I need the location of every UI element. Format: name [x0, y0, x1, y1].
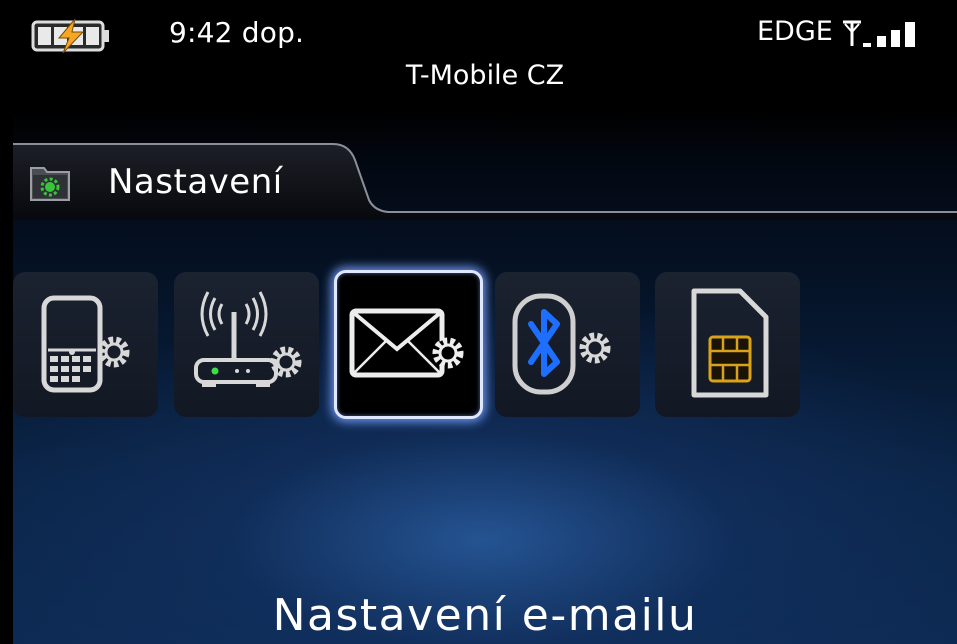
battery-charging-icon: [31, 19, 109, 53]
email-settings-tile[interactable]: [334, 270, 483, 419]
network-type: EDGE: [757, 16, 833, 47]
email-settings-icon: [349, 308, 463, 377]
home-screen: 9:42 dop. EDGE T-Mobile CZ Nastavení Nas…: [13, 0, 957, 644]
carrier-name: T-Mobile CZ: [405, 60, 565, 91]
sim-card-icon: [691, 288, 768, 397]
status-time: 9:42 dop.: [169, 16, 305, 49]
folder-title: Nastavení: [108, 162, 283, 202]
selected-item-label: Nastavení e-mailu: [272, 590, 698, 641]
bluetooth-options-icon: [512, 293, 610, 394]
wireless-network-options-tile[interactable]: [174, 272, 319, 417]
signal-strength-icon: [843, 20, 915, 47]
settings-folder-icon: [30, 167, 70, 201]
device-options-tile[interactable]: [13, 272, 158, 417]
wireless-network-options-icon: [193, 290, 301, 387]
device-options-icon: [41, 295, 129, 392]
bluetooth-options-tile[interactable]: [495, 272, 640, 417]
sim-card-tile[interactable]: [655, 272, 800, 417]
